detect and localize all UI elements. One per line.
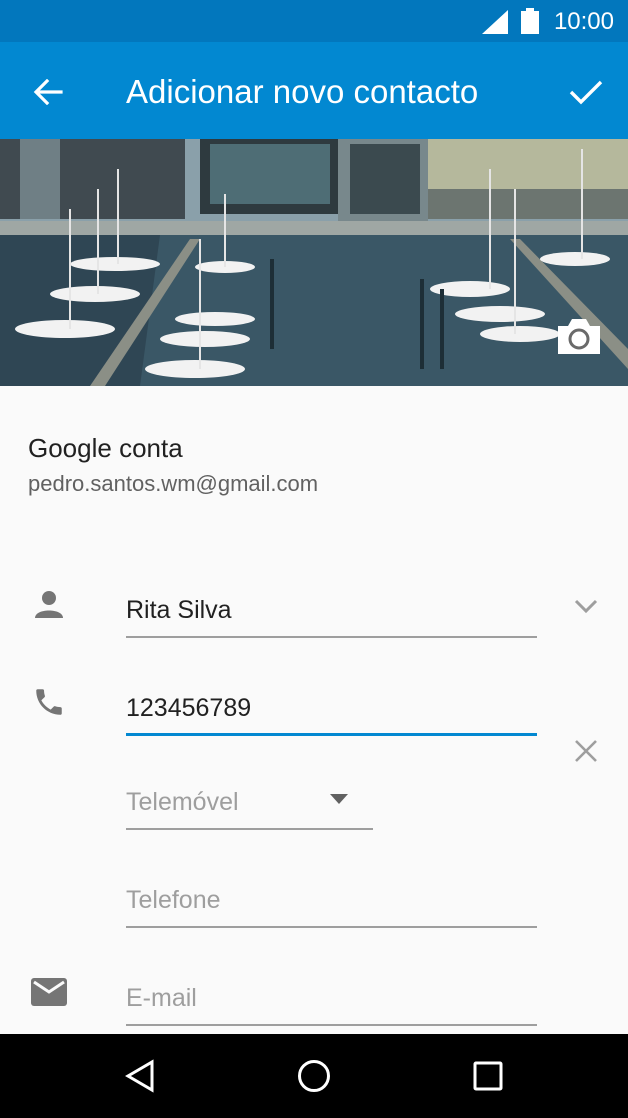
page-title: Adicionar novo contacto	[126, 73, 479, 110]
back-button[interactable]	[22, 68, 74, 116]
status-bar: 10:00	[0, 0, 628, 42]
status-time: 10:00	[553, 8, 614, 35]
harbor-photo	[0, 139, 628, 386]
change-photo-button[interactable]	[556, 316, 602, 356]
clear-phone-button[interactable]	[564, 729, 608, 773]
name-field[interactable]: Rita Silva	[126, 588, 537, 638]
phone-field[interactable]: 123456789	[126, 686, 537, 736]
contact-photo[interactable]	[0, 139, 628, 386]
chevron-down-icon	[574, 599, 598, 614]
back-nav-icon	[125, 1059, 154, 1093]
email-placeholder: E-mail	[126, 984, 197, 1012]
battery-icon	[521, 8, 539, 34]
name-underline	[126, 636, 537, 638]
phone-underline-active	[126, 733, 537, 736]
email-underline	[126, 1024, 537, 1026]
nav-home-button[interactable]	[289, 1054, 339, 1098]
account-type-label: Google conta	[28, 433, 183, 463]
email-field[interactable]: E-mail	[126, 976, 537, 1026]
email-icon	[27, 970, 71, 1014]
phone-type-underline	[126, 828, 373, 830]
save-button[interactable]	[560, 68, 612, 116]
check-icon	[569, 80, 603, 105]
account-email[interactable]: pedro.santos.wm@gmail.com	[28, 470, 318, 498]
phone-type-select[interactable]: Telemóvel	[126, 780, 373, 830]
second-phone-underline	[126, 926, 537, 928]
home-nav-icon	[298, 1060, 330, 1092]
arrow-left-icon	[33, 79, 63, 105]
phone-icon	[27, 680, 71, 724]
system-nav-bar	[0, 1034, 628, 1118]
recents-nav-icon	[473, 1061, 503, 1091]
signal-icon	[482, 10, 508, 34]
app-bar: Adicionar novo contacto	[0, 42, 628, 139]
camera-icon	[558, 319, 600, 354]
second-phone-placeholder: Telefone	[126, 886, 221, 914]
person-icon	[27, 582, 71, 626]
expand-name-button[interactable]	[564, 584, 608, 628]
phone-type-value: Telemóvel	[126, 788, 239, 816]
nav-back-button[interactable]	[115, 1054, 165, 1098]
second-phone-field[interactable]: Telefone	[126, 878, 537, 928]
dropdown-triangle-icon	[330, 794, 348, 804]
nav-recents-button[interactable]	[463, 1054, 513, 1098]
name-value: Rita Silva	[126, 596, 232, 624]
close-icon	[575, 740, 597, 762]
phone-value: 123456789	[126, 694, 252, 722]
